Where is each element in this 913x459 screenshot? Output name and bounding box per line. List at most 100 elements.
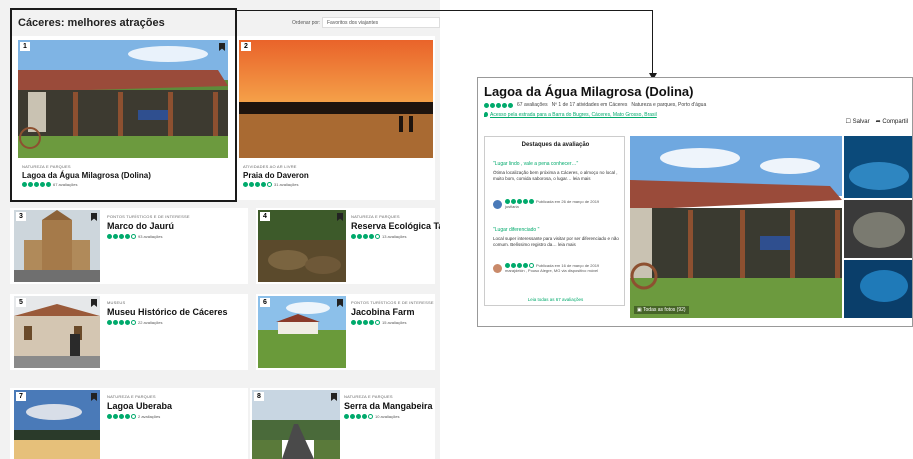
review-count[interactable]: 10 avaliações (375, 414, 399, 419)
detail-thumb-photo[interactable] (844, 136, 912, 198)
detail-categories[interactable]: Natureza e parques, Porto d'água (631, 102, 706, 108)
review-count[interactable]: 93 avaliações (138, 234, 162, 239)
review-title[interactable]: "Lugar lindo , vale a pena conhecer…" (493, 161, 578, 167)
category-label: NATUREZA E PARQUES (344, 394, 393, 399)
attraction-name[interactable]: Jacobina Farm (351, 307, 415, 317)
rating: 2 avaliações (107, 414, 160, 419)
attraction-detail-panel: Lagoa da Água Milagrosa (Dolina) 67 aval… (477, 77, 913, 327)
detail-main-photo[interactable]: ▣ Todas as fotos (92) (630, 136, 842, 318)
attraction-card[interactable]: 7 NATUREZA E PARQUES Lagoa Uberaba 2 ava… (10, 388, 248, 459)
review-text: Local super interessante para visitar po… (493, 236, 619, 247)
attraction-card[interactable]: 3 PONTOS TURÍSTICOS E DE INTERESSE Marco… (10, 208, 248, 284)
category-label: NATUREZA E PARQUES (351, 214, 400, 219)
connector-line (237, 10, 653, 11)
attraction-card[interactable]: 5 MUSEUS Museu Histórico de Cáceres 22 a… (10, 294, 248, 370)
rating-bubbles (484, 102, 513, 108)
rating: 31 avaliações (243, 182, 298, 187)
review-count[interactable]: 2 avaliações (138, 414, 160, 419)
review-count[interactable]: 13 avaliações (382, 234, 406, 239)
museum-photo (14, 296, 100, 368)
review-date: Publicada em 26 de março de 2019 (536, 199, 600, 204)
attraction-card[interactable]: 1 NATUREZA E PARQUES Lagoa da Água Milag… (10, 36, 235, 200)
review-title[interactable]: "Lugar diferenciado " (493, 227, 539, 233)
rating-bubbles (107, 234, 136, 239)
attraction-photo[interactable]: 7 (14, 390, 100, 459)
rank-badge: 5 (16, 298, 26, 307)
attraction-card[interactable]: 6 PONTOS TURÍSTICOS E DE INTERESSE Jacob… (256, 294, 435, 370)
all-photos-button[interactable]: ▣ Todas as fotos (92) (634, 306, 689, 314)
category-label: PONTOS TURÍSTICOS E DE INTERESSE (351, 300, 434, 305)
attraction-photo[interactable]: 4 (258, 210, 346, 282)
rating-bubbles (22, 182, 51, 187)
share-button[interactable]: ➦ Compartil (876, 118, 908, 125)
category-label: NATUREZA E PARQUES (22, 164, 71, 169)
rank-badge: 8 (254, 392, 264, 401)
attraction-photo[interactable]: 2 (239, 40, 433, 158)
lake-photo (14, 390, 100, 459)
highlights-title: Destaques da avaliação (521, 142, 590, 148)
rating: 10 avaliações (344, 414, 399, 419)
review-username[interactable]: jusfiaria (505, 204, 599, 209)
attraction-name[interactable]: Marco do Jaurú (107, 221, 174, 231)
attraction-name[interactable]: Lagoa da Água Milagrosa (Dolina) (22, 171, 151, 180)
category-label: MUSEUS (107, 300, 126, 305)
sort-label: Ordenar por: (292, 20, 321, 26)
save-label: Salvar (852, 119, 870, 125)
review-highlights: Destaques da avaliação "Lugar lindo , va… (484, 136, 625, 306)
attraction-photo[interactable]: 6 (258, 296, 346, 368)
water-photo (844, 136, 912, 198)
rating-bubbles (107, 414, 136, 419)
rating: 93 avaliações (107, 234, 162, 239)
attraction-name[interactable]: Praia do Daveron (243, 171, 309, 180)
rating: 22 avaliações (107, 320, 162, 325)
attraction-photo[interactable]: 5 (14, 296, 100, 368)
rating: 15 avaliações (351, 320, 406, 325)
avatar[interactable] (493, 199, 502, 209)
road-photo (252, 390, 340, 459)
attraction-photo[interactable]: 1 (18, 40, 228, 158)
detail-thumb-photo[interactable] (844, 200, 912, 258)
rank-badge: 4 (260, 212, 270, 221)
detail-rank[interactable]: Nº 1 de 17 atividades em Cáceres (552, 102, 628, 108)
church-photo (14, 210, 100, 282)
sort-select[interactable]: Favoritos dos viajantes (322, 17, 440, 28)
attraction-name[interactable]: Museu Histórico de Cáceres (107, 307, 228, 317)
read-all-reviews-link[interactable]: Leia todas as 67 avaliações (485, 297, 626, 302)
attraction-photo[interactable]: 8 (252, 390, 340, 459)
review-count[interactable]: 31 avaliações (274, 182, 298, 187)
review-user: Publicada em 16 de março de 2019 marajde… (493, 263, 599, 273)
rank-badge: 2 (241, 42, 251, 51)
review-count[interactable]: 67 avaliações (53, 182, 77, 187)
detail-thumb-photo[interactable] (844, 260, 912, 318)
save-button[interactable]: ☐ Salvar (846, 118, 870, 125)
rating-bubbles (344, 414, 373, 419)
avatar[interactable] (493, 263, 502, 273)
review-user: Publicada em 26 de março de 2019 jusfiar… (493, 199, 599, 209)
address-text[interactable]: Acesso pela estrada para a Barra do Bugr… (490, 112, 657, 118)
list-header: Cáceres: melhores atrações Ordenar por: … (10, 8, 440, 36)
rating-bubbles (351, 234, 380, 239)
rank-badge: 7 (16, 392, 26, 401)
forest-photo (258, 210, 346, 282)
category-label: NATUREZA E PARQUES (107, 394, 156, 399)
sunset-photo (239, 40, 433, 158)
detail-address[interactable]: Acesso pela estrada para a Barra do Bugr… (484, 112, 657, 118)
attraction-name[interactable]: Lagoa Uberaba (107, 401, 172, 411)
rating: 13 avaliações (351, 234, 406, 239)
cave-photo (844, 200, 912, 258)
attraction-name[interactable]: Reserva Ecológica Taimã (351, 221, 440, 231)
share-label: Compartil (882, 119, 908, 125)
attraction-card[interactable]: 8 NATUREZA E PARQUES Serra da Mangabeira… (250, 388, 435, 459)
detail-review-count[interactable]: 67 avaliações (517, 102, 548, 108)
attraction-card[interactable]: 4 NATUREZA E PARQUES Reserva Ecológica T… (256, 208, 440, 284)
attraction-name[interactable]: Serra da Mangabeira (344, 401, 433, 411)
attractions-list-panel: Cáceres: melhores atrações Ordenar por: … (0, 0, 440, 459)
attraction-card[interactable]: 2 ATIVIDADES AO AR LIVRE Praia do Davero… (237, 36, 435, 200)
review-count[interactable]: 22 avaliações (138, 320, 162, 325)
rating: 67 avaliações (22, 182, 77, 187)
rating-bubbles (107, 320, 136, 325)
attraction-photo[interactable]: 3 (14, 210, 100, 282)
review-username[interactable]: marajdekin , Pouso Alegre, MG (505, 268, 560, 273)
review-count[interactable]: 15 avaliações (382, 320, 406, 325)
category-label: ATIVIDADES AO AR LIVRE (243, 164, 297, 169)
